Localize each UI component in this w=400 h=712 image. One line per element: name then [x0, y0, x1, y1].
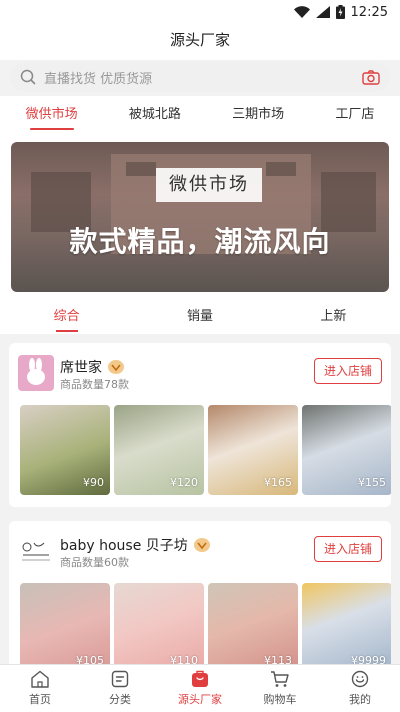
tab-profile-label: 我的: [349, 693, 371, 706]
shop-product-count: 商品数量78款: [60, 378, 129, 391]
search-placeholder[interactable]: 直播找货 优质货源: [44, 68, 362, 87]
search-bar[interactable]: 直播找货 优质货源: [10, 62, 390, 92]
banner-window: [266, 162, 296, 176]
product-thumbnail[interactable]: ¥120: [114, 405, 204, 495]
product-row: ¥105 ¥110 ¥113 ¥9999: [20, 583, 391, 673]
tab-category-label: 分类: [109, 693, 131, 706]
sort-tabs: 综合 销量 上新: [0, 300, 400, 334]
factory-icon: [192, 670, 208, 687]
tab-source-factory-label: 源头厂家: [178, 693, 222, 706]
sort-tab-overall[interactable]: 综合: [54, 300, 80, 334]
category-icon: [111, 670, 129, 688]
tab-factory-store[interactable]: 工厂店: [335, 96, 374, 136]
status-bar: 12:25: [0, 0, 400, 24]
enter-shop-button[interactable]: 进入店铺: [314, 536, 382, 562]
shop-name: 席世家: [60, 357, 124, 377]
shop-name: baby house 贝子坊: [60, 535, 210, 555]
shop-card[interactable]: baby house 贝子坊 商品数量60款 进入店铺 ¥105 ¥110 ¥1…: [9, 521, 391, 685]
tab-cart-label: 购物车: [263, 693, 297, 706]
tab-phase-three-market[interactable]: 三期市场: [232, 96, 284, 136]
cart-icon: [271, 671, 289, 687]
home-icon: [31, 670, 49, 688]
market-tabs: 微供市场 被城北路 三期市场 工厂店: [0, 96, 400, 136]
baby-house-logo-icon: [22, 542, 50, 561]
tab-beicheng-road[interactable]: 被城北路: [129, 96, 181, 136]
camera-icon[interactable]: [362, 69, 380, 85]
tab-weigong-market[interactable]: 微供市场: [26, 96, 78, 136]
product-thumbnail[interactable]: ¥90: [20, 405, 110, 495]
page-title: 源头厂家: [0, 24, 400, 60]
tab-source-factory[interactable]: 源头厂家: [165, 670, 235, 707]
enter-shop-button[interactable]: 进入店铺: [314, 358, 382, 384]
banner-sign: 微供市场: [156, 168, 262, 202]
banner-window: [126, 162, 156, 176]
sort-tab-sales[interactable]: 销量: [187, 300, 213, 334]
vip-badge-icon: [108, 360, 124, 374]
signal-icon: [315, 6, 330, 18]
shop-product-count: 商品数量60款: [60, 556, 129, 569]
product-price: ¥120: [170, 476, 198, 489]
rabbit-logo-icon: [27, 358, 45, 385]
shop-name-text: 席世家: [60, 360, 102, 376]
status-time: 12:25: [350, 4, 388, 20]
tab-home-label: 首页: [29, 693, 51, 706]
product-thumbnail[interactable]: ¥9999: [302, 583, 391, 673]
product-thumbnail[interactable]: ¥105: [20, 583, 110, 673]
promo-banner[interactable]: 微供市场 款式精品，潮流风向: [11, 142, 389, 292]
product-price: ¥155: [358, 476, 386, 489]
vip-badge-icon: [193, 538, 210, 552]
product-thumbnail[interactable]: ¥110: [114, 583, 204, 673]
search-icon: [20, 69, 36, 85]
tab-cart[interactable]: 购物车: [245, 670, 315, 707]
sort-tab-new[interactable]: 上新: [320, 300, 346, 334]
product-thumbnail[interactable]: ¥165: [208, 405, 298, 495]
tab-home[interactable]: 首页: [5, 670, 75, 707]
shop-name-text: baby house 贝子坊: [60, 538, 188, 554]
battery-icon: [335, 5, 345, 19]
tab-profile[interactable]: 我的: [325, 670, 395, 707]
banner-slogan: 款式精品，潮流风向: [69, 225, 331, 258]
product-thumbnail[interactable]: ¥113: [208, 583, 298, 673]
wifi-icon: [293, 6, 310, 18]
shop-logo: [18, 355, 54, 391]
product-row: ¥90 ¥120 ¥165 ¥155: [20, 405, 391, 495]
product-thumbnail[interactable]: ¥155: [302, 405, 391, 495]
product-price: ¥90: [83, 476, 104, 489]
shop-logo: [18, 533, 54, 569]
bottom-tab-bar: 首页 分类 源头厂家 购物车 我的: [0, 664, 400, 712]
shop-card[interactable]: 席世家 商品数量78款 进入店铺 ¥90 ¥120 ¥165 ¥155: [9, 343, 391, 507]
profile-icon: [351, 670, 369, 688]
tab-category[interactable]: 分类: [85, 670, 155, 707]
product-price: ¥165: [264, 476, 292, 489]
